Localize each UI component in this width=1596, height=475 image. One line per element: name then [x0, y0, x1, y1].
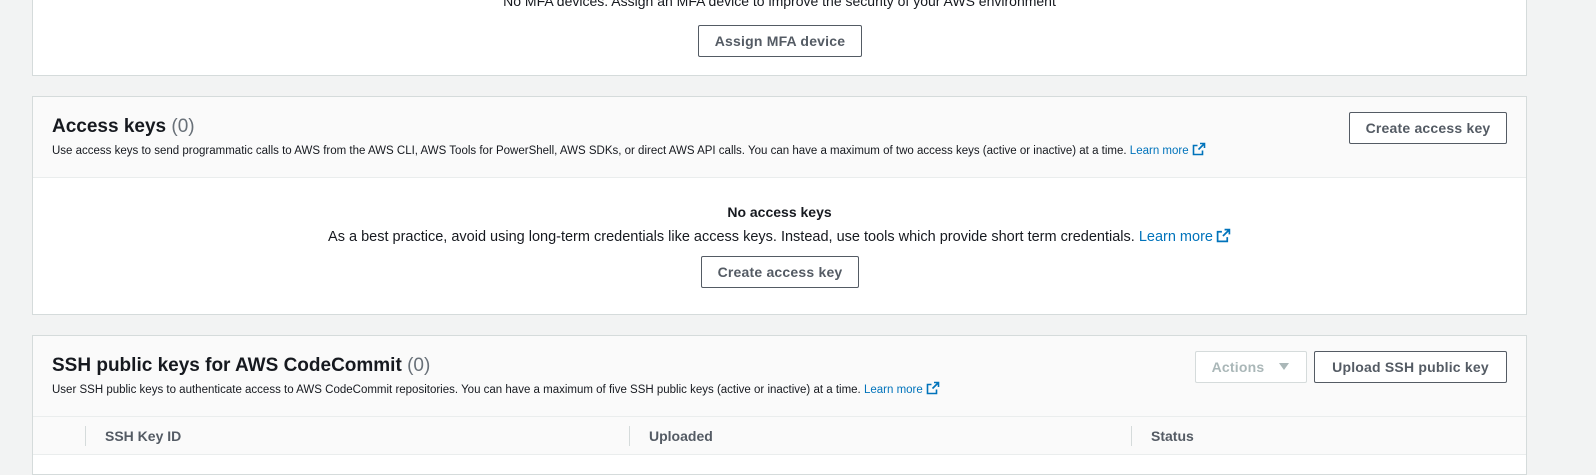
access-keys-description: Use access keys to send programmatic cal…: [52, 142, 1206, 157]
assign-mfa-device-button[interactable]: Assign MFA device: [698, 25, 862, 57]
caret-down-icon: [1279, 363, 1290, 370]
no-access-keys-title: No access keys: [727, 204, 832, 220]
create-access-key-button[interactable]: Create access key: [1349, 112, 1507, 144]
ssh-keys-title: SSH public keys for AWS CodeCommit (0): [52, 355, 430, 377]
ssh-keys-learn-more-link[interactable]: Learn more: [863, 381, 940, 396]
mfa-panel: No MFA devices. Assign an MFA device to …: [32, 0, 1527, 76]
column-divider: [629, 426, 630, 446]
no-access-keys-learn-more-label: Learn more: [1138, 229, 1213, 245]
access-keys-panel: Access keys (0) Use access keys to send …: [32, 96, 1527, 315]
access-keys-description-text: Use access keys to send programmatic cal…: [52, 145, 1127, 157]
no-access-keys-text: As a best practice, avoid using long-ter…: [33, 228, 1526, 245]
external-link-icon: [1192, 142, 1205, 156]
column-header-uploaded[interactable]: Uploaded: [649, 417, 713, 455]
ssh-keys-learn-more-label: Learn more: [863, 384, 923, 396]
ssh-keys-title-text: SSH public keys for AWS CodeCommit: [52, 355, 402, 376]
column-divider: [85, 426, 86, 446]
upload-ssh-public-key-button[interactable]: Upload SSH public key: [1314, 351, 1507, 383]
ssh-keys-panel: SSH public keys for AWS CodeCommit (0) U…: [32, 335, 1527, 475]
no-access-keys-learn-more-link[interactable]: Learn more: [1138, 228, 1231, 245]
ssh-keys-header: SSH public keys for AWS CodeCommit (0) U…: [33, 336, 1526, 417]
no-access-keys-message: As a best practice, avoid using long-ter…: [328, 229, 1135, 245]
access-keys-count: (0): [171, 116, 195, 137]
access-keys-header: Access keys (0) Use access keys to send …: [33, 97, 1526, 178]
external-link-icon: [926, 381, 940, 395]
ssh-keys-table-header: SSH Key ID Uploaded Status: [33, 417, 1526, 455]
access-keys-title: Access keys (0): [52, 116, 195, 138]
actions-label: Actions: [1211, 359, 1265, 375]
mfa-empty-text: No MFA devices. Assign an MFA device to …: [503, 0, 1056, 9]
ssh-keys-description: User SSH public keys to authenticate acc…: [52, 381, 940, 396]
empty-create-access-key-button[interactable]: Create access key: [701, 256, 859, 288]
access-keys-learn-more-label: Learn more: [1129, 145, 1189, 157]
column-header-status[interactable]: Status: [1151, 417, 1194, 455]
ssh-keys-count: (0): [407, 355, 431, 376]
external-link-icon: [1216, 228, 1231, 243]
access-keys-learn-more-link[interactable]: Learn more: [1129, 142, 1206, 157]
column-divider: [1131, 426, 1132, 446]
column-header-ssh-key-id[interactable]: SSH Key ID: [105, 417, 181, 455]
actions-dropdown-button[interactable]: Actions: [1195, 351, 1307, 383]
access-keys-title-text: Access keys: [52, 116, 167, 137]
ssh-keys-description-text: User SSH public keys to authenticate acc…: [52, 384, 861, 396]
